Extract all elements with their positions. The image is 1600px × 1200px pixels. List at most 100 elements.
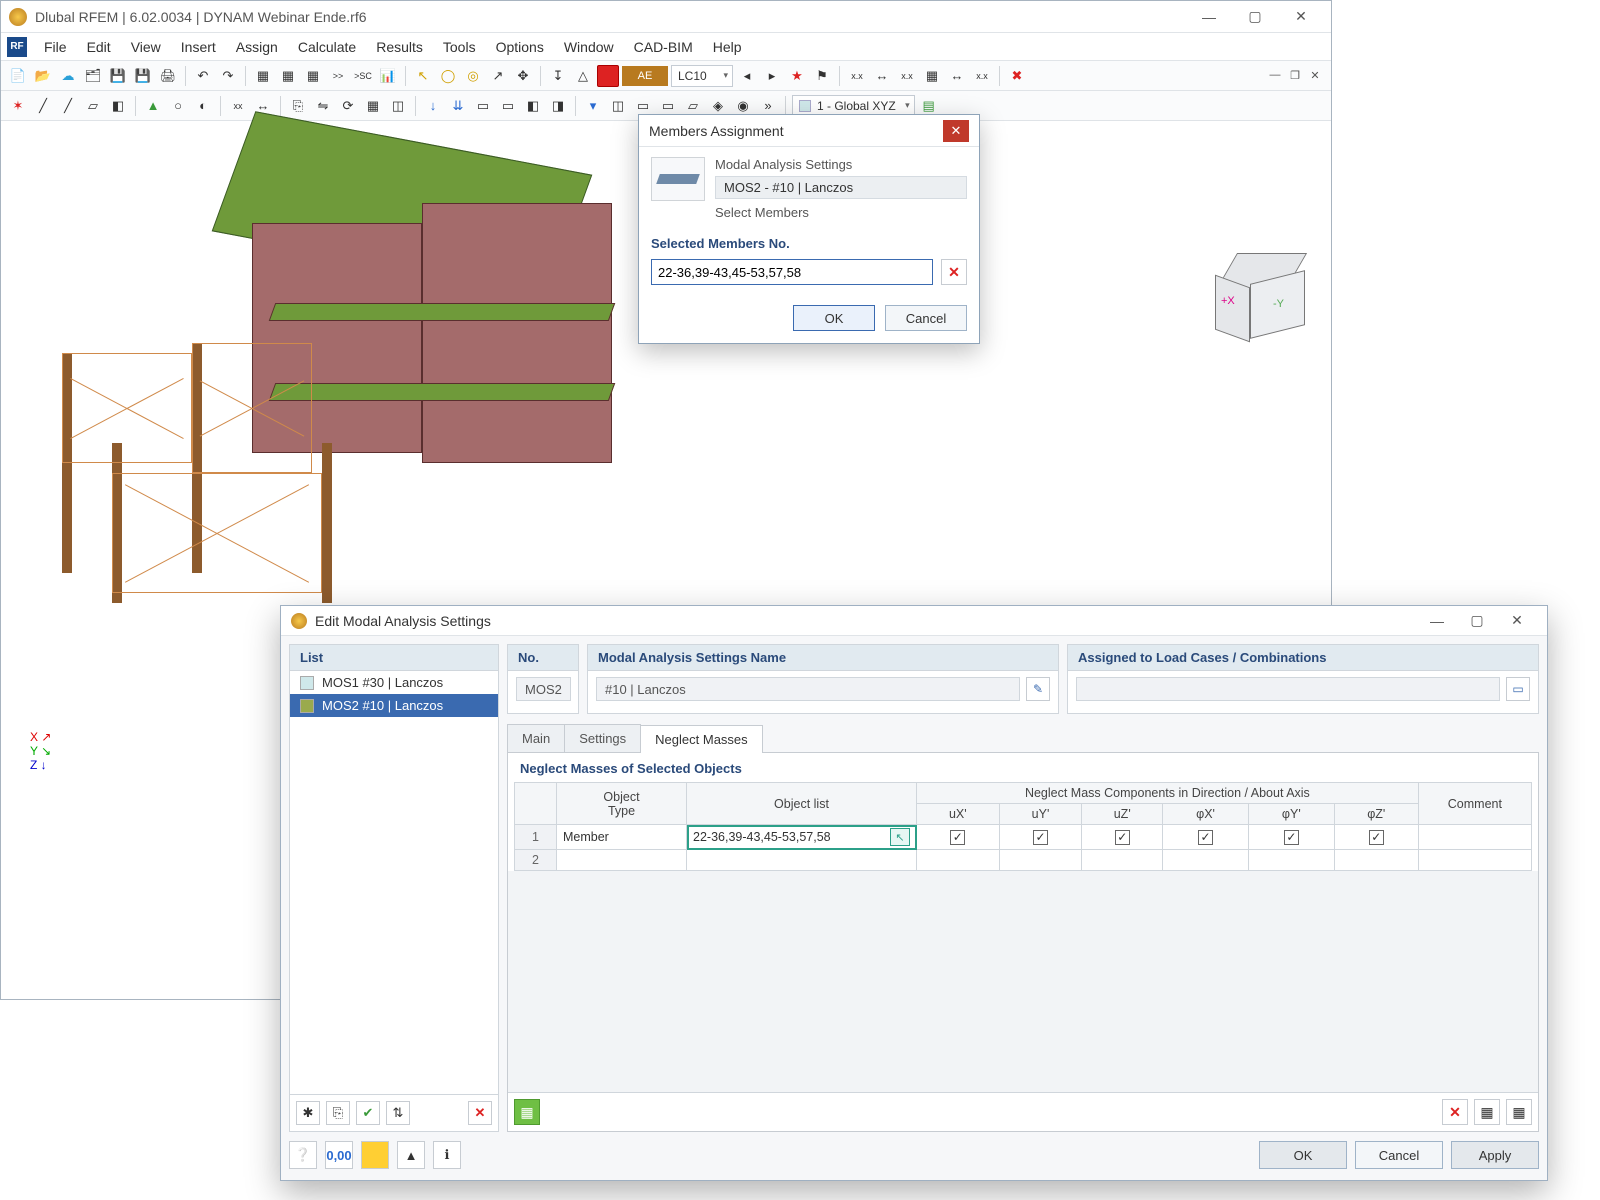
ok-button[interactable]: OK (793, 305, 875, 331)
apply-button[interactable]: Apply (1451, 1141, 1539, 1169)
dialog2-minimize-button[interactable]: ― (1417, 613, 1457, 629)
cell-phiz[interactable]: ✓ (1334, 825, 1418, 850)
tb-save-icon[interactable]: 💾 (107, 65, 129, 87)
assigned-field[interactable] (1076, 677, 1500, 701)
list-delete-button[interactable]: ✕ (468, 1101, 492, 1125)
tb-load-icon[interactable]: ↧ (547, 65, 569, 87)
tb2-load3-icon[interactable]: ▭ (472, 95, 494, 117)
tb-prev-icon[interactable]: ◂ (736, 65, 758, 87)
tb-dimy-icon[interactable]: ↔ (871, 65, 893, 87)
menu-tools[interactable]: Tools (434, 35, 485, 59)
tb-open-icon[interactable]: 📂 (32, 65, 54, 87)
tb2-hinge-icon[interactable]: ○ (167, 95, 189, 117)
tb-calc-icon[interactable]: 📊 (377, 65, 399, 87)
help-button[interactable]: ❔ (289, 1141, 317, 1169)
tp-export-button[interactable]: ▦ (1474, 1099, 1500, 1125)
tb2-load6-icon[interactable]: ◨ (547, 95, 569, 117)
tb-lasso-icon[interactable]: ◯ (437, 65, 459, 87)
doc-close-button[interactable]: ✕ (1307, 69, 1323, 85)
tb2-iso-icon[interactable]: ◫ (607, 95, 629, 117)
tb-support-icon[interactable]: △ (572, 65, 594, 87)
assign-button[interactable]: ▲ (397, 1141, 425, 1169)
tb2-array-icon[interactable]: ▦ (362, 95, 384, 117)
tb-dimx-icon[interactable]: x.x (846, 65, 868, 87)
tb-table3-icon[interactable]: ▦ (302, 65, 324, 87)
color-button[interactable] (361, 1141, 389, 1169)
tb2-solid-icon[interactable]: ◧ (107, 95, 129, 117)
tab-settings[interactable]: Settings (564, 724, 641, 752)
menu-help[interactable]: Help (704, 35, 751, 59)
table-row[interactable]: 1 Member 22-36,39-43,45-53,57,58 ↖ ✓ ✓ (515, 825, 1532, 850)
menu-insert[interactable]: Insert (172, 35, 225, 59)
edit-name-button[interactable]: ✎ (1026, 677, 1050, 701)
tb2-copy-icon[interactable]: ⎘ (287, 95, 309, 117)
tb-cancel-icon[interactable]: ✖ (1006, 65, 1028, 87)
tb-print-icon[interactable]: 🖨 (157, 65, 179, 87)
tb2-extrude-icon[interactable]: ◫ (387, 95, 409, 117)
pick-members-button[interactable]: ↖ (890, 828, 910, 846)
tb-saveall-icon[interactable]: 💾 (132, 65, 154, 87)
tb-next-icon[interactable]: ▸ (761, 65, 783, 87)
info-button[interactable]: ℹ (433, 1141, 461, 1169)
tb-cloud-icon[interactable]: ☁ (57, 65, 79, 87)
cell-object-list[interactable]: 22-36,39-43,45-53,57,58 ↖ (687, 825, 917, 850)
list-sort-button[interactable]: ⇅ (386, 1101, 410, 1125)
tb-dim2-icon[interactable]: ↔ (946, 65, 968, 87)
tb2-member-icon[interactable]: ╱ (57, 95, 79, 117)
tb-table2-icon[interactable]: ▦ (277, 65, 299, 87)
list-item-mos1[interactable]: MOS1 #30 | Lanczos (290, 671, 498, 694)
tb2-node-icon[interactable]: ✶ (7, 95, 29, 117)
tb2-rotate-icon[interactable]: ⟳ (337, 95, 359, 117)
tb-redo-icon[interactable]: ↷ (217, 65, 239, 87)
tb-dim3-icon[interactable]: x.x (971, 65, 993, 87)
menu-cadbim[interactable]: CAD-BIM (625, 35, 702, 59)
modal-settings-value[interactable]: MOS2 - #10 | Lanczos (715, 176, 967, 199)
doc-minimize-button[interactable]: ― (1267, 69, 1283, 85)
tb-sc-icon[interactable]: >SC (352, 65, 374, 87)
menu-calculate[interactable]: Calculate (289, 35, 365, 59)
tb-select-icon[interactable]: ↖ (412, 65, 434, 87)
tp-add-button[interactable]: ▦ (514, 1099, 540, 1125)
tb-flag-icon[interactable]: ⚑ (811, 65, 833, 87)
tb2-support-icon[interactable]: ▲ (142, 95, 164, 117)
tp-import-button[interactable]: ▦ (1506, 1099, 1532, 1125)
menu-file[interactable]: File (35, 35, 76, 59)
tb-manager-icon[interactable]: 🗂 (82, 65, 104, 87)
tab-main[interactable]: Main (507, 724, 565, 752)
dialog2-close-button[interactable]: ✕ (1497, 612, 1537, 629)
list-item-mos2[interactable]: MOS2 #10 | Lanczos (290, 694, 498, 717)
cell-object-type[interactable]: Member (557, 825, 687, 850)
cell-phix[interactable]: ✓ (1163, 825, 1249, 850)
menu-edit[interactable]: Edit (78, 35, 120, 59)
cell-object-list[interactable] (687, 850, 917, 871)
cell-uz[interactable]: ✓ (1082, 825, 1163, 850)
tb2-line-icon[interactable]: ╱ (32, 95, 54, 117)
tb2-dim-icon[interactable]: xx (227, 95, 249, 117)
tb-table1-icon[interactable]: ▦ (252, 65, 274, 87)
tb2-load1-icon[interactable]: ↓ (422, 95, 444, 117)
tb-dimz-icon[interactable]: x.x (896, 65, 918, 87)
tb-color-red-icon[interactable] (597, 65, 619, 87)
list-copy-button[interactable]: ⎘ (326, 1101, 350, 1125)
tb-cursor-icon[interactable]: ↗ (487, 65, 509, 87)
tb2-load2-icon[interactable]: ⇊ (447, 95, 469, 117)
menu-assign[interactable]: Assign (227, 35, 287, 59)
menu-window[interactable]: Window (555, 35, 623, 59)
cell-phiy[interactable]: ✓ (1248, 825, 1334, 850)
cell-comment[interactable] (1418, 825, 1531, 850)
menu-results[interactable]: Results (367, 35, 432, 59)
assigned-browse-button[interactable]: ▭ (1506, 677, 1530, 701)
menu-view[interactable]: View (122, 35, 170, 59)
tp-delete-button[interactable]: ✕ (1442, 1099, 1468, 1125)
tb-script-icon[interactable]: >> (327, 65, 349, 87)
tb-new-icon[interactable]: 📄 (7, 65, 29, 87)
cancel-button[interactable]: Cancel (1355, 1141, 1443, 1169)
tb2-release-icon[interactable]: ◐ (192, 95, 214, 117)
list-new-button[interactable]: ✱ (296, 1101, 320, 1125)
list-check-button[interactable]: ✔ (356, 1101, 380, 1125)
menu-options[interactable]: Options (487, 35, 553, 59)
loadcase-dropdown[interactable]: LC10 (671, 65, 733, 87)
cancel-button[interactable]: Cancel (885, 305, 967, 331)
cell-ux[interactable]: ✓ (917, 825, 1000, 850)
dialog-close-button[interactable]: ✕ (943, 120, 969, 142)
